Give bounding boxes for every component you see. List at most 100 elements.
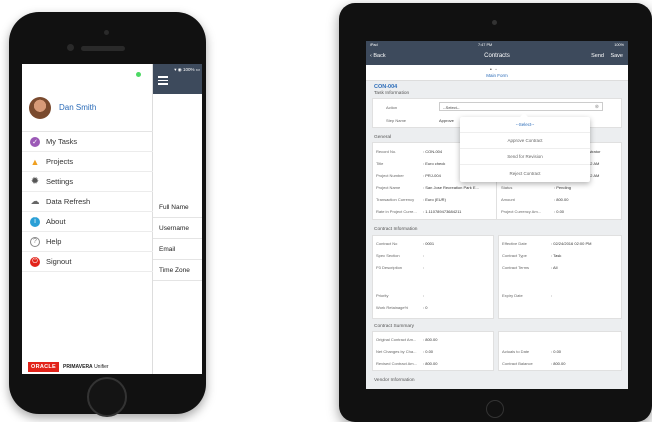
iphone-screen: Dan Smith ✓ My Tasks ▲ Projects ✹ Settin…	[22, 64, 202, 374]
amount-label: Amount	[501, 197, 515, 202]
field-username: Username	[159, 225, 189, 232]
dropdown-option-reject-contract[interactable]: Reject Contract	[460, 165, 590, 181]
contract-type-label: Contract Type	[502, 253, 527, 258]
main-form-tab[interactable]: Main Form	[366, 73, 628, 78]
user-profile[interactable]: Dan Smith	[22, 84, 153, 132]
net-changes-value: : 0.00	[423, 349, 434, 354]
p3-description-value: :	[423, 265, 425, 270]
send-button[interactable]: Send	[591, 53, 604, 59]
title-value: : Euro check	[423, 161, 446, 166]
contract-no-label: Contract No	[376, 241, 398, 246]
project-currency-amount-value: : 0.00	[554, 209, 565, 214]
menu-item-label: Settings	[46, 177, 74, 186]
save-button[interactable]: Save	[610, 53, 623, 59]
menu-item-label: About	[46, 217, 66, 226]
profile-pane-header: ▾ ◉ 100% ▭	[153, 64, 202, 94]
menu-item-data-refresh[interactable]: ☁ Data Refresh	[22, 192, 153, 212]
oracle-footer: ORACLE PRIMAVERA Unifier	[22, 360, 153, 374]
projects-icon: ▲	[30, 156, 40, 167]
navigation-bar: iPad 7:47 PM 100% ‹ Back Contracts Send …	[366, 41, 628, 65]
divider	[153, 238, 202, 239]
status-battery: 100%	[614, 43, 624, 47]
revised-contract-amount-label: Revised Contract Am...	[376, 361, 417, 366]
work-retainage-label: Work Retainage%	[376, 305, 409, 310]
action-dropdown: --Select-- Approve Contract Send for Rev…	[460, 113, 590, 182]
expiry-date-value: :	[551, 293, 553, 298]
original-contract-amount-label: Original Contract Am...	[376, 337, 417, 342]
p3-description-label: P3 Description	[376, 265, 403, 270]
project-name-value: : San Jose Recreation Park E...	[423, 185, 479, 190]
action-select[interactable]: --Select-- ⊗	[439, 102, 603, 111]
field-time-zone: Time Zone	[159, 267, 190, 274]
iphone-device: Dan Smith ✓ My Tasks ▲ Projects ✹ Settin…	[9, 12, 206, 417]
revised-contract-amount-value: : 800.00	[423, 361, 438, 366]
contract-type-value: : Task	[551, 253, 562, 258]
effective-date-label: Effective Date	[502, 241, 527, 246]
menu-item-signout[interactable]: ⏻ Signout	[22, 252, 153, 272]
field-email: Email	[159, 246, 176, 253]
menu-item-settings[interactable]: ✹ Settings	[22, 172, 153, 192]
earpiece-speaker	[81, 46, 125, 51]
section-vendor-information: Vendor Information	[374, 378, 415, 383]
menu-item-projects[interactable]: ▲ Projects	[22, 152, 153, 172]
status-dot	[136, 72, 141, 77]
proximity-sensor	[104, 30, 109, 35]
expiry-date-label: Expiry Date	[502, 293, 523, 298]
oracle-logo: ORACLE	[28, 362, 60, 372]
clear-icon[interactable]: ⊗	[595, 104, 599, 110]
project-currency-amount-label: Project Currency Am...	[501, 209, 542, 214]
record-no-label: Record No.	[376, 149, 397, 154]
project-number-value: : PRJ-004	[423, 173, 441, 178]
transaction-currency-value: : Euro (EUR)	[423, 197, 446, 202]
dropdown-option-select[interactable]: --Select--	[460, 117, 590, 133]
dropdown-option-send-for-revision[interactable]: Send for Revision	[460, 149, 590, 165]
page-title: Contracts	[484, 53, 510, 59]
step-name-label: Step Name	[386, 118, 407, 123]
menu-item-my-tasks[interactable]: ✓ My Tasks	[22, 132, 153, 152]
contract-no-value: : 0001	[423, 241, 435, 246]
profile-pane: ▾ ◉ 100% ▭ Full Name Username Email Time…	[153, 64, 202, 374]
contract-card-right	[498, 235, 622, 319]
rate-value: : 1.110789473684211	[423, 209, 462, 214]
status-time: 7:47 PM	[478, 43, 493, 47]
menu-item-label: My Tasks	[46, 137, 78, 146]
title-label: Title	[376, 161, 384, 166]
field-full-name: Full Name	[159, 204, 189, 211]
menu-item-label: Projects	[46, 157, 74, 166]
record-no-value: : CON-004	[423, 149, 443, 154]
home-button[interactable]	[486, 400, 504, 418]
action-label: Action	[386, 105, 398, 110]
divider	[153, 259, 202, 260]
spec-section-value: :	[423, 253, 425, 258]
product-name: PRIMAVERA Unifier	[63, 364, 109, 370]
status-label: Status	[501, 185, 513, 190]
priority-label: Priority	[376, 293, 389, 298]
section-general: General	[374, 135, 392, 140]
status-value: : Pending	[554, 185, 571, 190]
contract-balance-label: Contract Balance	[502, 361, 533, 366]
effective-date-value: : 02/24/2016 02:00 PM	[551, 241, 592, 246]
user-name: Dan Smith	[59, 103, 97, 112]
contract-terms-label: Contract Terms	[502, 265, 530, 270]
divider	[153, 280, 202, 281]
hamburger-menu-icon[interactable]	[158, 76, 168, 87]
transaction-currency-label: Transaction Currency	[376, 197, 415, 202]
menu-item-label: Signout	[46, 257, 72, 266]
status-bar: ▾ ◉ 100% ▭	[174, 67, 200, 72]
info-icon: i	[30, 216, 40, 227]
cloud-icon: ☁	[30, 196, 40, 206]
front-camera	[492, 20, 497, 25]
menu-item-about[interactable]: i About	[22, 212, 153, 232]
side-menu: Dan Smith ✓ My Tasks ▲ Projects ✹ Settin…	[22, 64, 153, 374]
net-changes-label: Net Changes by Cha...	[376, 349, 417, 354]
project-name-label: Project Name	[376, 185, 401, 190]
ipad-device: iPad 7:47 PM 100% ‹ Back Contracts Send …	[339, 3, 652, 422]
home-button[interactable]	[87, 377, 127, 417]
section-task-information: Task Information	[374, 91, 410, 96]
contract-terms-value: : All	[551, 265, 558, 270]
ipad-screen: iPad 7:47 PM 100% ‹ Back Contracts Send …	[366, 41, 628, 389]
dropdown-option-approve-contract[interactable]: Approve Contract	[460, 133, 590, 149]
menu-item-label: Help	[46, 237, 62, 246]
contract-balance-value: : 800.00	[551, 361, 566, 366]
menu-item-help[interactable]: ? Help	[22, 232, 153, 252]
